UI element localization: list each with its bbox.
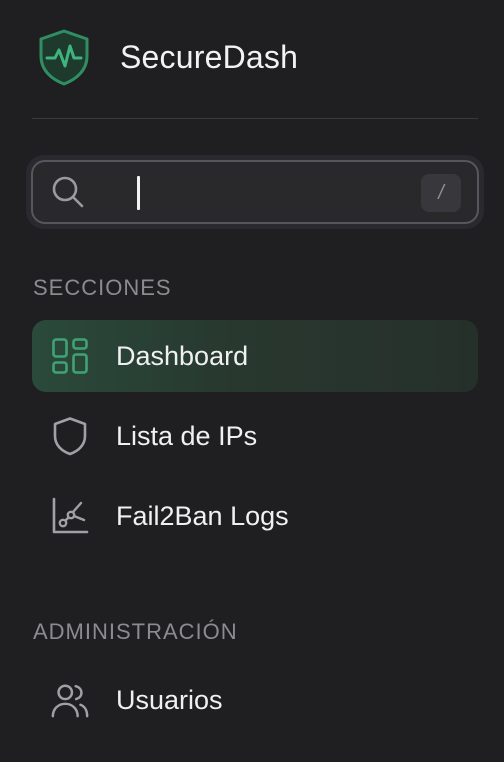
sidebar-item-label: Lista de IPs [116,420,258,451]
sidebar-item-label: Fail2Ban Logs [116,500,289,531]
search-icon [50,174,86,210]
sidebar-item-usuarios[interactable]: Usuarios [32,664,478,736]
divider [32,118,478,119]
chart-icon [50,496,90,536]
sidebar: SecureDash / SECCIONES Dashboard Lista d… [0,0,504,762]
text-cursor [137,176,140,210]
shield-pulse-icon [36,27,92,87]
shield-icon [50,416,90,456]
sidebar-item-fail2ban-logs[interactable]: Fail2Ban Logs [32,480,478,552]
sidebar-item-label: Dashboard [116,340,249,371]
sidebar-item-dashboard[interactable]: Dashboard [32,320,478,392]
brand-name: SecureDash [120,38,299,75]
users-icon [50,680,90,720]
section-label-secciones: SECCIONES [33,275,172,300]
search-box[interactable]: / [31,160,479,224]
section-label-administracion: ADMINISTRACIÓN [33,619,238,644]
search-shortcut-badge: / [421,174,461,212]
grid-icon [50,336,90,376]
search-focus-ring: / [26,155,484,229]
sidebar-item-lista-de-ips[interactable]: Lista de IPs [32,400,478,472]
sidebar-item-label: Usuarios [116,684,223,715]
brand[interactable]: SecureDash [36,26,298,88]
